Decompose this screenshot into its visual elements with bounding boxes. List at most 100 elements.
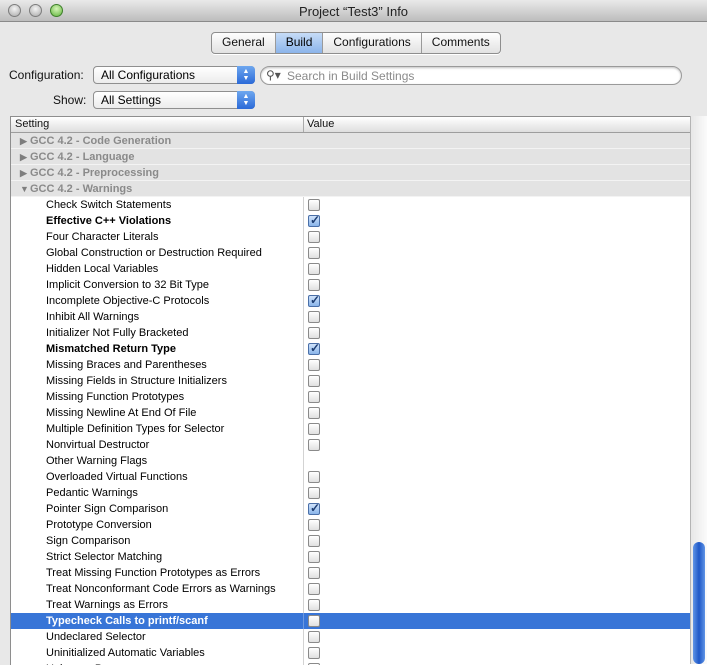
setting-checkbox[interactable] bbox=[308, 439, 320, 451]
setting-value-cell[interactable] bbox=[303, 405, 692, 421]
setting-row[interactable]: Uninitialized Automatic Variables bbox=[11, 645, 691, 661]
tab-configurations[interactable]: Configurations bbox=[323, 33, 422, 53]
setting-value-cell[interactable] bbox=[303, 389, 692, 405]
group-row[interactable]: ▶ GCC 4.2 - Language bbox=[11, 149, 691, 165]
vertical-scrollbar[interactable] bbox=[690, 116, 707, 664]
setting-value-cell[interactable] bbox=[303, 325, 692, 341]
scrollbar-thumb[interactable] bbox=[693, 542, 705, 664]
disclosure-triangle-right-icon[interactable]: ▶ bbox=[20, 133, 27, 149]
setting-checkbox[interactable]: ✓ bbox=[308, 341, 320, 355]
setting-row[interactable]: Overloaded Virtual Functions bbox=[11, 469, 691, 485]
setting-row[interactable]: Missing Fields in Structure Initializers bbox=[11, 373, 691, 389]
setting-checkbox[interactable] bbox=[308, 519, 320, 531]
group-row[interactable]: ▶ GCC 4.2 - Code Generation bbox=[11, 133, 691, 149]
setting-row[interactable]: Hidden Local Variables bbox=[11, 261, 691, 277]
setting-row[interactable]: Treat Nonconformant Code Errors as Warni… bbox=[11, 581, 691, 597]
tab-build[interactable]: Build bbox=[275, 33, 324, 53]
configuration-popup[interactable]: All Configurations ▲ ▼ bbox=[93, 66, 255, 84]
setting-checkbox[interactable] bbox=[308, 583, 320, 595]
setting-value-cell[interactable]: ✓ bbox=[303, 341, 692, 357]
setting-checkbox[interactable] bbox=[308, 407, 320, 419]
setting-row[interactable]: Check Switch Statements bbox=[11, 197, 691, 213]
search-field[interactable]: ⚲▾ bbox=[260, 66, 682, 85]
setting-row[interactable]: Treat Missing Function Prototypes as Err… bbox=[11, 565, 691, 581]
setting-row[interactable]: Missing Newline At End Of File bbox=[11, 405, 691, 421]
setting-value-cell[interactable] bbox=[303, 373, 692, 389]
setting-row[interactable]: Inhibit All Warnings bbox=[11, 309, 691, 325]
setting-row[interactable]: Undeclared Selector bbox=[11, 629, 691, 645]
setting-row[interactable]: Strict Selector Matching bbox=[11, 549, 691, 565]
setting-checkbox[interactable] bbox=[308, 551, 320, 563]
setting-value-cell[interactable] bbox=[303, 245, 692, 261]
setting-row[interactable]: Sign Comparison bbox=[11, 533, 691, 549]
setting-checkbox[interactable] bbox=[308, 231, 320, 243]
setting-value-cell[interactable] bbox=[303, 309, 692, 325]
setting-row[interactable]: Typecheck Calls to printf/scanf bbox=[11, 613, 691, 629]
search-input[interactable] bbox=[287, 68, 667, 83]
setting-value-cell[interactable]: ✓ bbox=[303, 293, 692, 309]
setting-value-cell[interactable] bbox=[303, 453, 692, 469]
setting-row[interactable]: Missing Function Prototypes bbox=[11, 389, 691, 405]
setting-value-cell[interactable] bbox=[303, 437, 692, 453]
group-row[interactable]: ▼ GCC 4.2 - Warnings bbox=[11, 181, 691, 197]
setting-value-cell[interactable] bbox=[303, 485, 692, 501]
setting-value-cell[interactable]: ✓ bbox=[303, 213, 692, 229]
column-header-setting[interactable]: Setting bbox=[15, 118, 49, 130]
setting-value-cell[interactable] bbox=[303, 469, 692, 485]
setting-checkbox[interactable]: ✓ bbox=[308, 213, 320, 227]
setting-value-cell[interactable] bbox=[303, 613, 692, 629]
setting-value-cell[interactable] bbox=[303, 645, 692, 661]
setting-row[interactable]: Missing Braces and Parentheses bbox=[11, 357, 691, 373]
setting-row[interactable]: Four Character Literals bbox=[11, 229, 691, 245]
setting-checkbox[interactable] bbox=[308, 247, 320, 259]
setting-row[interactable]: Initializer Not Fully Bracketed bbox=[11, 325, 691, 341]
setting-value-cell[interactable] bbox=[303, 421, 692, 437]
setting-checkbox[interactable] bbox=[308, 647, 320, 659]
show-popup[interactable]: All Settings ▲ ▼ bbox=[93, 91, 255, 109]
setting-checkbox[interactable] bbox=[308, 391, 320, 403]
setting-checkbox[interactable] bbox=[308, 279, 320, 291]
setting-value-cell[interactable] bbox=[303, 533, 692, 549]
setting-row[interactable]: Mismatched Return Type ✓ bbox=[11, 341, 691, 357]
setting-checkbox[interactable] bbox=[308, 375, 320, 387]
setting-value-cell[interactable] bbox=[303, 565, 692, 581]
setting-checkbox[interactable] bbox=[308, 311, 320, 323]
setting-checkbox[interactable] bbox=[308, 327, 320, 339]
setting-value-cell[interactable] bbox=[303, 357, 692, 373]
setting-row[interactable]: Effective C++ Violations ✓ bbox=[11, 213, 691, 229]
group-row[interactable]: ▶ GCC 4.2 - Preprocessing bbox=[11, 165, 691, 181]
setting-checkbox[interactable] bbox=[308, 631, 320, 643]
setting-row[interactable]: Treat Warnings as Errors bbox=[11, 597, 691, 613]
tab-general[interactable]: General bbox=[212, 33, 276, 53]
setting-value-cell[interactable] bbox=[303, 549, 692, 565]
setting-checkbox[interactable] bbox=[308, 471, 320, 483]
setting-row[interactable]: Implicit Conversion to 32 Bit Type bbox=[11, 277, 691, 293]
setting-checkbox[interactable] bbox=[308, 487, 320, 499]
setting-checkbox[interactable]: ✓ bbox=[308, 293, 320, 307]
setting-row[interactable]: Multiple Definition Types for Selector bbox=[11, 421, 691, 437]
setting-checkbox[interactable] bbox=[308, 615, 320, 627]
setting-row[interactable]: Pointer Sign Comparison ✓ bbox=[11, 501, 691, 517]
setting-value-cell[interactable]: ✓ bbox=[303, 501, 692, 517]
setting-row[interactable]: Unknown Pragma bbox=[11, 661, 691, 665]
disclosure-triangle-right-icon[interactable]: ▶ bbox=[20, 149, 27, 165]
setting-checkbox[interactable] bbox=[308, 599, 320, 611]
setting-value-cell[interactable] bbox=[303, 261, 692, 277]
column-header-value[interactable]: Value bbox=[307, 118, 334, 130]
setting-value-cell[interactable] bbox=[303, 229, 692, 245]
tab-comments[interactable]: Comments bbox=[422, 33, 500, 53]
setting-checkbox[interactable] bbox=[308, 567, 320, 579]
setting-value-cell[interactable] bbox=[303, 597, 692, 613]
setting-checkbox[interactable]: ✓ bbox=[308, 501, 320, 515]
disclosure-triangle-down-icon[interactable]: ▼ bbox=[20, 181, 29, 197]
setting-value-cell[interactable] bbox=[303, 517, 692, 533]
setting-row[interactable]: Nonvirtual Destructor bbox=[11, 437, 691, 453]
setting-checkbox[interactable] bbox=[308, 199, 320, 211]
setting-row[interactable]: Global Construction or Destruction Requi… bbox=[11, 245, 691, 261]
setting-checkbox[interactable] bbox=[308, 263, 320, 275]
setting-value-cell[interactable] bbox=[303, 629, 692, 645]
setting-row[interactable]: Incomplete Objective-C Protocols ✓ bbox=[11, 293, 691, 309]
setting-row[interactable]: Other Warning Flags bbox=[11, 453, 691, 469]
setting-row[interactable]: Prototype Conversion bbox=[11, 517, 691, 533]
disclosure-triangle-right-icon[interactable]: ▶ bbox=[20, 165, 27, 181]
